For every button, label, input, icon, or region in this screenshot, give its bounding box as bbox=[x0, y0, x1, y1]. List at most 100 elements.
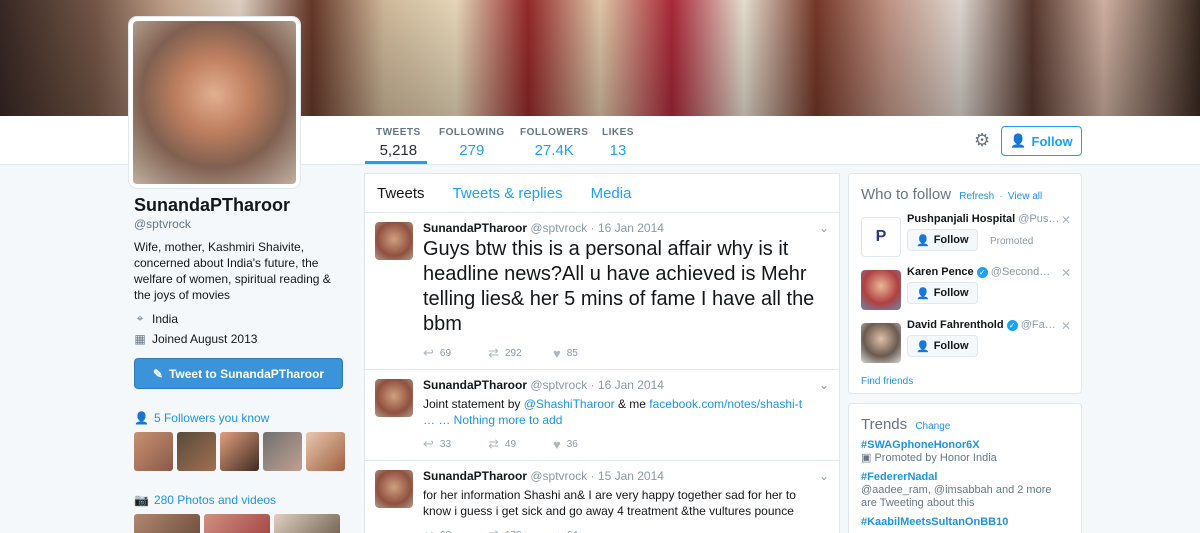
trend-tag[interactable]: #SWAGphoneHonor6X bbox=[861, 439, 1069, 451]
tweet-author-handle[interactable]: @sptvrock bbox=[530, 221, 587, 235]
trend-tag[interactable]: #KaabilMeetsSultanOnBB10 bbox=[861, 516, 1069, 528]
stat-value: 13 bbox=[609, 142, 627, 159]
mention-link[interactable]: @ShashiTharoor bbox=[524, 397, 615, 411]
avatar[interactable] bbox=[861, 323, 901, 363]
tab-tweets-and-replies[interactable]: Tweets & replies bbox=[453, 185, 563, 202]
account-name-line: Karen Pence ✓ @Second… bbox=[907, 262, 1062, 278]
timeline-tabs: Tweets Tweets & replies Media bbox=[365, 174, 839, 213]
timeline: Tweets Tweets & replies Media SunandaPTh… bbox=[364, 173, 840, 533]
reply-button[interactable]: ↩ 69 bbox=[423, 345, 488, 361]
stat-following[interactable]: FOLLOWING 279 bbox=[439, 127, 505, 159]
account-handle[interactable]: @Fa… bbox=[1021, 319, 1056, 331]
tweet-author-name[interactable]: SunandaPTharoor bbox=[423, 469, 527, 483]
tweet[interactable]: SunandaPTharoor @sptvrock · 16 Jan 2014 … bbox=[365, 213, 839, 370]
avatar[interactable] bbox=[375, 470, 413, 508]
view-all-link[interactable]: View all bbox=[1008, 191, 1042, 202]
followers-you-know-link[interactable]: 👤 5 Followers you know bbox=[134, 411, 349, 425]
stat-value: 5,218 bbox=[379, 142, 418, 159]
tweet-header: SunandaPTharoor @sptvrock · 16 Jan 2014 bbox=[423, 221, 664, 235]
stat-followers[interactable]: FOLLOWERS 27.4K bbox=[520, 127, 588, 159]
avatar[interactable] bbox=[263, 432, 302, 471]
tweet-date[interactable]: 16 Jan 2014 bbox=[598, 378, 664, 392]
add-user-icon: 👤 bbox=[916, 287, 930, 300]
profile-avatar[interactable] bbox=[129, 17, 300, 188]
profile-handle[interactable]: @sptvrock bbox=[134, 217, 349, 231]
chevron-down-icon[interactable]: ⌄ bbox=[819, 469, 829, 483]
compose-icon: ✎ bbox=[152, 366, 163, 381]
like-button[interactable]: ♥ 64 bbox=[553, 528, 618, 533]
profile-bio: Wife, mother, Kashmiri Shaivite, concern… bbox=[134, 240, 331, 302]
stat-value: 27.4K bbox=[534, 142, 574, 159]
trend-item[interactable]: #SWAGphoneHonor6X ▣ Promoted by Honor In… bbox=[849, 439, 1081, 465]
follow-button[interactable]: 👤 Follow bbox=[1001, 126, 1082, 156]
chevron-down-icon[interactable]: ⌄ bbox=[819, 221, 829, 235]
tweet-date[interactable]: 16 Jan 2014 bbox=[598, 221, 664, 235]
tweet[interactable]: SunandaPTharoor @sptvrock · 16 Jan 2014 … bbox=[365, 370, 839, 461]
tweet[interactable]: SunandaPTharoor @sptvrock · 15 Jan 2014 … bbox=[365, 461, 839, 533]
stat-likes[interactable]: LIKES 13 bbox=[602, 127, 634, 159]
avatar[interactable] bbox=[375, 222, 413, 260]
account-name[interactable]: David Fahrenthold bbox=[907, 319, 1004, 331]
stat-tweets[interactable]: TWEETS 5,218 bbox=[376, 127, 421, 159]
tweet-to-label: Tweet to SunandaPTharoor bbox=[168, 366, 325, 381]
trend-item[interactable]: #FedererNadal @aadee_ram, @imsabbah and … bbox=[849, 471, 1081, 510]
user-icon: 👤 bbox=[134, 411, 149, 425]
like-button[interactable]: ♥ 36 bbox=[553, 437, 618, 452]
retweet-button[interactable]: ⇄ 49 bbox=[488, 436, 553, 452]
reply-button[interactable]: ↩ 68 bbox=[423, 527, 488, 533]
tweet-author-name[interactable]: SunandaPTharoor bbox=[423, 221, 527, 235]
follow-button[interactable]: 👤 Follow bbox=[907, 229, 978, 251]
tweet-text-part: Joint statement by bbox=[423, 397, 524, 411]
tweet-date[interactable]: 15 Jan 2014 bbox=[598, 469, 664, 483]
gear-icon[interactable]: ⚙ bbox=[974, 131, 992, 149]
account-name[interactable]: Pushpanjali Hospital bbox=[907, 213, 1015, 225]
calendar-icon: ▦ bbox=[134, 332, 146, 346]
tweet-author-handle[interactable]: @sptvrock bbox=[530, 378, 587, 392]
tab-media[interactable]: Media bbox=[591, 185, 632, 202]
retweet-button[interactable]: ⇄ 292 bbox=[488, 345, 553, 361]
follow-button[interactable]: 👤 Follow bbox=[907, 335, 978, 357]
tweet-to-button[interactable]: ✎ Tweet to SunandaPTharoor bbox=[134, 358, 343, 389]
find-friends-link[interactable]: Find friends bbox=[849, 368, 1081, 395]
reply-icon: ↩ bbox=[423, 436, 434, 451]
tweet-author-handle[interactable]: @sptvrock bbox=[530, 469, 587, 483]
stat-label: FOLLOWERS bbox=[520, 127, 589, 138]
retweet-count: 292 bbox=[504, 347, 522, 359]
change-link[interactable]: Change bbox=[915, 421, 950, 432]
avatar[interactable] bbox=[375, 379, 413, 417]
photos-videos-link[interactable]: 📷 280 Photos and videos bbox=[134, 493, 349, 507]
profile-name[interactable]: SunandaPTharoor bbox=[134, 195, 349, 216]
url-link[interactable]: facebook.com/notes/shashi-t bbox=[649, 397, 802, 411]
retweet-button[interactable]: ⇄ 170 bbox=[488, 527, 553, 533]
account-name-line: Pushpanjali Hospital @Pus… bbox=[907, 209, 1062, 225]
tweet-text: for her information Shashi an& I are ver… bbox=[423, 488, 796, 518]
avatar[interactable] bbox=[134, 432, 173, 471]
avatar[interactable] bbox=[861, 270, 901, 310]
location-pin-icon: ⌖ bbox=[136, 311, 144, 325]
account-name[interactable]: Karen Pence bbox=[907, 266, 974, 278]
close-icon[interactable]: ✕ bbox=[1061, 213, 1071, 227]
tweet-author-name[interactable]: SunandaPTharoor bbox=[423, 378, 527, 392]
like-count: 64 bbox=[567, 530, 578, 533]
account-handle[interactable]: @Pus… bbox=[1018, 213, 1059, 225]
close-icon[interactable]: ✕ bbox=[1061, 319, 1071, 333]
photo-thumbnail[interactable] bbox=[274, 514, 340, 533]
avatar[interactable] bbox=[177, 432, 216, 471]
like-button[interactable]: ♥ 85 bbox=[553, 346, 618, 361]
hospital-logo-icon[interactable]: P bbox=[861, 217, 901, 257]
tab-tweets[interactable]: Tweets bbox=[377, 185, 425, 202]
photo-thumbnail[interactable] bbox=[204, 514, 270, 533]
avatar[interactable] bbox=[306, 432, 345, 471]
tweet-actions: ↩ 33 ⇄ 49 ♥ 36 bbox=[423, 436, 827, 452]
avatar[interactable] bbox=[220, 432, 259, 471]
who-to-follow-item: Karen Pence ✓ @Second… ✕ 👤 Follow bbox=[849, 262, 1081, 315]
photo-thumbnail[interactable] bbox=[134, 514, 200, 533]
trend-item[interactable]: #KaabilMeetsSultanOnBB10 bbox=[849, 516, 1081, 528]
reply-button[interactable]: ↩ 33 bbox=[423, 436, 488, 452]
account-handle[interactable]: @Second… bbox=[991, 266, 1050, 278]
chevron-down-icon[interactable]: ⌄ bbox=[819, 378, 829, 392]
follow-button[interactable]: 👤 Follow bbox=[907, 282, 978, 304]
refresh-link[interactable]: Refresh bbox=[959, 191, 994, 202]
close-icon[interactable]: ✕ bbox=[1061, 266, 1071, 280]
trend-tag[interactable]: #FedererNadal bbox=[861, 471, 1069, 483]
